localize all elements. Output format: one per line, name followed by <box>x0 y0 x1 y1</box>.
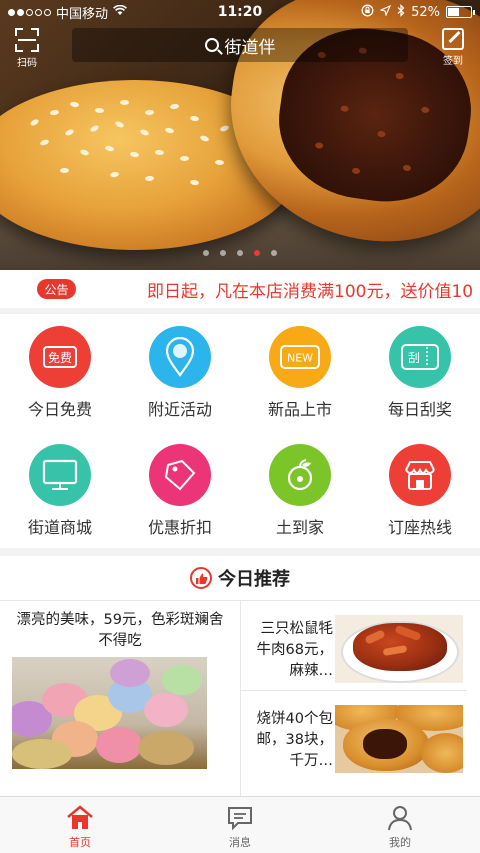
tab-label: 我的 <box>389 836 411 849</box>
carrier-label: 中国移动 <box>56 6 109 22</box>
pastry-image <box>335 705 463 773</box>
category-label: 每日刮奖 <box>387 400 452 419</box>
svg-text:刮: 刮 <box>408 351 420 365</box>
battery-percent: 52% <box>411 4 440 20</box>
tab-messages[interactable]: 消息 <box>200 797 280 853</box>
notice-text: 即日起，凡在本店消费满100元，送价值10 <box>147 281 474 302</box>
signal-icon <box>8 8 51 16</box>
recommend-card-text: 漂亮的美味，59元，色彩斑斓舍不得吃 <box>16 612 224 649</box>
banner-carousel[interactable]: 中国移动 11:20 52% 扫码 街道伴 签到 <box>0 0 480 270</box>
checkin-button[interactable]: 签到 <box>434 28 472 67</box>
beef-jerky-image <box>335 615 463 683</box>
apple-icon <box>269 444 331 506</box>
recommend-list: 漂亮的美味，59元，色彩斑斓舍不得吃 三只松鼠牦牛肉68元，麻辣… 烧饼40个包… <box>0 600 480 797</box>
top-bar: 扫码 街道伴 签到 <box>0 24 480 70</box>
user-icon <box>386 804 414 832</box>
carousel-dot[interactable] <box>271 250 277 256</box>
recommend-header: 今日推荐 <box>0 556 480 600</box>
tab-label: 消息 <box>229 836 251 849</box>
scratch-card-icon: 刮 <box>389 326 451 388</box>
edit-icon <box>442 28 464 50</box>
carousel-dot[interactable] <box>254 250 260 256</box>
category-label: 街道商城 <box>27 518 92 537</box>
store-icon <box>389 444 451 506</box>
carousel-dot[interactable] <box>203 250 209 256</box>
category-grid: 免费 今日免费 附近活动 NEW 新品上市 刮 每日刮奖 街道商城 优惠折扣 土… <box>0 314 480 548</box>
category-farm-to-home[interactable]: 土到家 <box>240 432 360 542</box>
category-label: 今日免费 <box>27 400 92 419</box>
category-label: 订座热线 <box>387 518 452 537</box>
scan-label: 扫码 <box>17 58 37 69</box>
search-bar[interactable]: 街道伴 <box>72 28 408 62</box>
status-bar: 中国移动 11:20 52% <box>0 0 480 24</box>
tab-label: 首页 <box>69 836 91 849</box>
scan-icon <box>15 28 39 52</box>
home-icon <box>66 804 94 832</box>
category-free-today[interactable]: 免费 今日免费 <box>0 314 120 424</box>
category-reservation-hotline[interactable]: 订座热线 <box>360 432 480 542</box>
svg-text:NEW: NEW <box>287 352 313 365</box>
recommend-card-beef[interactable]: 三只松鼠牦牛肉68元，麻辣… <box>241 601 480 695</box>
bluetooth-icon <box>397 3 405 21</box>
carousel-dot[interactable] <box>220 250 226 256</box>
carousel-indicator <box>0 250 480 256</box>
search-icon <box>204 38 219 52</box>
rotation-lock-icon <box>361 4 374 21</box>
svg-text:免费: 免费 <box>48 350 72 365</box>
tab-bar: 首页 消息 我的 <box>0 796 480 853</box>
scan-button[interactable]: 扫码 <box>8 28 46 69</box>
new-badge-icon: NEW <box>269 326 331 388</box>
recommend-title: 今日推荐 <box>218 569 290 590</box>
category-street-mall[interactable]: 街道商城 <box>0 432 120 542</box>
carousel-dot[interactable] <box>237 250 243 256</box>
category-label: 土到家 <box>275 518 324 537</box>
macarons-image <box>12 657 207 769</box>
recommend-card-macarons[interactable]: 漂亮的美味，59元，色彩斑斓舍不得吃 <box>0 601 241 797</box>
category-discounts[interactable]: 优惠折扣 <box>120 432 240 542</box>
thumbs-up-icon <box>190 567 212 589</box>
category-daily-scratch[interactable]: 刮 每日刮奖 <box>360 314 480 424</box>
category-new-arrivals[interactable]: NEW 新品上市 <box>240 314 360 424</box>
notice-bar[interactable]: 公告 即日起，凡在本店消费满100元，送价值10 <box>0 270 480 308</box>
message-icon <box>226 804 254 832</box>
recommend-card-text: 三只松鼠牦牛肉68元，麻辣… <box>256 621 333 679</box>
category-nearby-events[interactable]: 附近活动 <box>120 314 240 424</box>
monitor-icon <box>29 444 91 506</box>
tab-profile[interactable]: 我的 <box>360 797 440 853</box>
recommend-card-text: 烧饼40个包邮，38块，千万… <box>256 711 333 769</box>
category-label: 附近活动 <box>147 400 212 419</box>
tab-home[interactable]: 首页 <box>40 797 120 853</box>
location-arrow-icon <box>379 4 392 20</box>
wifi-icon <box>113 4 127 19</box>
category-label: 优惠折扣 <box>147 518 212 537</box>
category-label: 新品上市 <box>267 400 332 419</box>
location-pin-icon <box>149 326 211 388</box>
checkin-label: 签到 <box>443 56 463 67</box>
battery-icon <box>446 6 475 18</box>
search-text: 街道伴 <box>224 37 276 58</box>
free-ticket-icon: 免费 <box>29 326 91 388</box>
notice-badge: 公告 <box>37 279 76 299</box>
recommend-card-pastry[interactable]: 烧饼40个包邮，38块，千万… <box>241 691 480 785</box>
price-tag-icon <box>149 444 211 506</box>
